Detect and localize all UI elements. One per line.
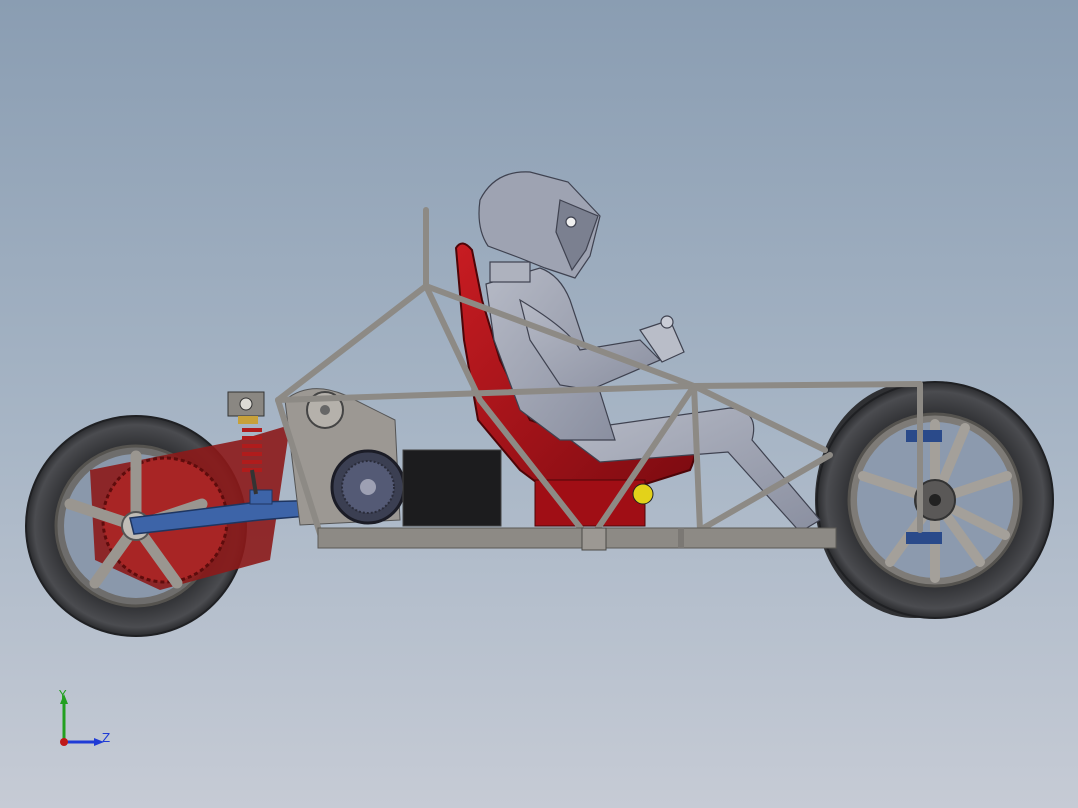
trike-model[interactable] <box>0 0 1078 808</box>
battery <box>402 449 502 527</box>
front-wheel <box>815 381 1054 619</box>
lower-rail <box>317 527 837 551</box>
z-axis-label: Z <box>102 731 111 745</box>
y-axis-label: Y <box>59 688 67 702</box>
cad-viewport[interactable]: Y Z <box>0 0 1078 808</box>
engine-assembly <box>284 388 406 526</box>
